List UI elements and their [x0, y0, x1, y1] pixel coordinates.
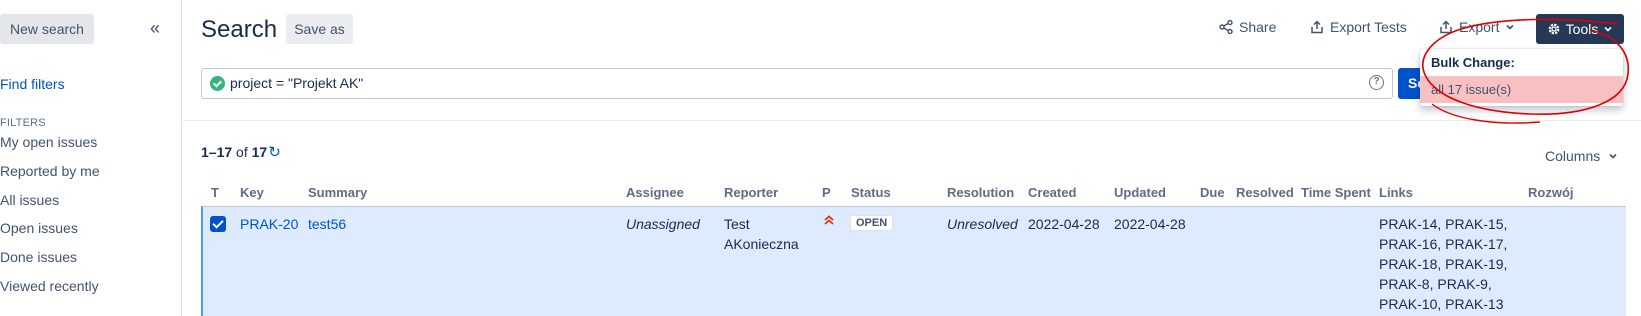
header-divider [183, 120, 1641, 121]
jira-issue-search-page: New search « Find filters FILTERS My ope… [0, 0, 1641, 316]
export-tests-label: Export Tests [1330, 19, 1407, 35]
export-tests-button[interactable]: Export Tests [1310, 19, 1407, 35]
column-header-due[interactable]: Due [1200, 185, 1225, 200]
filter-open-issues[interactable]: Open issues [0, 220, 78, 236]
filter-all-issues[interactable]: All issues [0, 192, 59, 208]
reporter-line-1: Test [724, 216, 750, 232]
results-range: 1–17 [201, 144, 233, 160]
jql-query-text: project = "Projekt AK" [230, 75, 364, 91]
bulk-change-all-issues-item[interactable]: all 17 issue(s) [1420, 76, 1623, 103]
links-line-5[interactable]: PRAK-10, PRAK-13 [1379, 294, 1507, 314]
created-value: 2022-04-28 [1028, 216, 1100, 232]
column-header-time-spent[interactable]: Time Spent [1301, 185, 1371, 200]
columns-label: Columns [1545, 148, 1601, 164]
column-header-updated[interactable]: Updated [1114, 185, 1166, 200]
resolution-value: Unresolved [947, 216, 1018, 232]
column-header-summary[interactable]: Summary [308, 185, 367, 200]
status-badge: OPEN [850, 215, 894, 231]
tools-label: Tools [1565, 21, 1599, 37]
share-icon [1219, 20, 1233, 34]
links-line-4[interactable]: PRAK-8, PRAK-9, [1379, 274, 1507, 294]
query-valid-icon [210, 76, 225, 91]
share-button[interactable]: Share [1219, 19, 1276, 35]
assignee-value: Unassigned [626, 216, 700, 232]
updated-value: 2022-04-28 [1114, 216, 1186, 232]
row-checkbox[interactable] [210, 216, 226, 232]
column-header-links[interactable]: Links [1379, 185, 1413, 200]
column-header-resolved[interactable]: Resolved [1236, 185, 1294, 200]
results-total: 17 [251, 144, 268, 160]
column-header-reporter[interactable]: Reporter [724, 185, 778, 200]
columns-button[interactable]: Columns [1545, 148, 1618, 164]
links-line-3[interactable]: PRAK-18, PRAK-19, [1379, 254, 1507, 274]
column-header-priority[interactable]: P [822, 185, 831, 200]
links-line-2[interactable]: PRAK-16, PRAK-17, [1379, 234, 1507, 254]
chevron-down-icon [1604, 26, 1612, 32]
page-title: Search [201, 16, 278, 43]
column-header-resolution[interactable]: Resolution [947, 185, 1014, 200]
export-dropdown-button[interactable]: Export [1439, 19, 1515, 35]
priority-highest-icon [823, 214, 835, 229]
jql-query-input[interactable]: project = "Projekt AK" ? [201, 68, 1393, 99]
links-value: PRAK-14, PRAK-15, PRAK-16, PRAK-17, PRAK… [1379, 214, 1507, 314]
reporter-line-2: AKonieczna [724, 236, 799, 252]
links-line-1[interactable]: PRAK-14, PRAK-15, [1379, 214, 1507, 234]
collapse-sidebar-icon[interactable]: « [150, 18, 160, 39]
chevron-down-icon [1609, 153, 1617, 159]
save-as-button[interactable]: Save as [286, 14, 353, 44]
double-chevron-up-icon [824, 215, 834, 225]
tools-dropdown-menu: Bulk Change: all 17 issue(s) [1420, 49, 1623, 106]
export-label: Export [1459, 19, 1500, 35]
column-header-created[interactable]: Created [1028, 185, 1076, 200]
issue-key-link[interactable]: PRAK-20 [240, 214, 298, 234]
results-count: 1–17 of 17↻ [201, 143, 281, 161]
issue-summary-link[interactable]: test56 [308, 214, 346, 234]
help-icon[interactable]: ? [1369, 75, 1384, 90]
sidebar: New search « Find filters FILTERS My ope… [0, 0, 182, 316]
find-filters-link[interactable]: Find filters [0, 76, 65, 92]
reporter-value: Test AKonieczna [724, 214, 799, 254]
column-header-type[interactable]: T [211, 185, 219, 200]
tools-button[interactable]: Tools [1536, 14, 1624, 44]
refresh-icon[interactable]: ↻ [268, 143, 281, 161]
share-label: Share [1239, 19, 1277, 35]
filter-viewed-recently[interactable]: Viewed recently [0, 278, 99, 294]
chevron-down-icon [1506, 24, 1515, 30]
gear-icon [1548, 23, 1560, 35]
column-header-key[interactable]: Key [240, 185, 264, 200]
column-header-assignee[interactable]: Assignee [626, 185, 684, 200]
results-of: of [232, 144, 252, 160]
column-header-status[interactable]: Status [851, 185, 891, 200]
filters-heading: FILTERS [0, 117, 46, 129]
filter-done-issues[interactable]: Done issues [0, 249, 77, 265]
new-search-button[interactable]: New search [0, 14, 94, 44]
filter-my-open-issues[interactable]: My open issues [0, 134, 97, 150]
column-header-rozwoj[interactable]: Rozwój [1528, 185, 1574, 200]
bulk-change-heading: Bulk Change: [1431, 55, 1515, 70]
filter-reported-by-me[interactable]: Reported by me [0, 163, 100, 179]
upload-icon [1311, 20, 1323, 34]
export-icon [1440, 20, 1452, 34]
